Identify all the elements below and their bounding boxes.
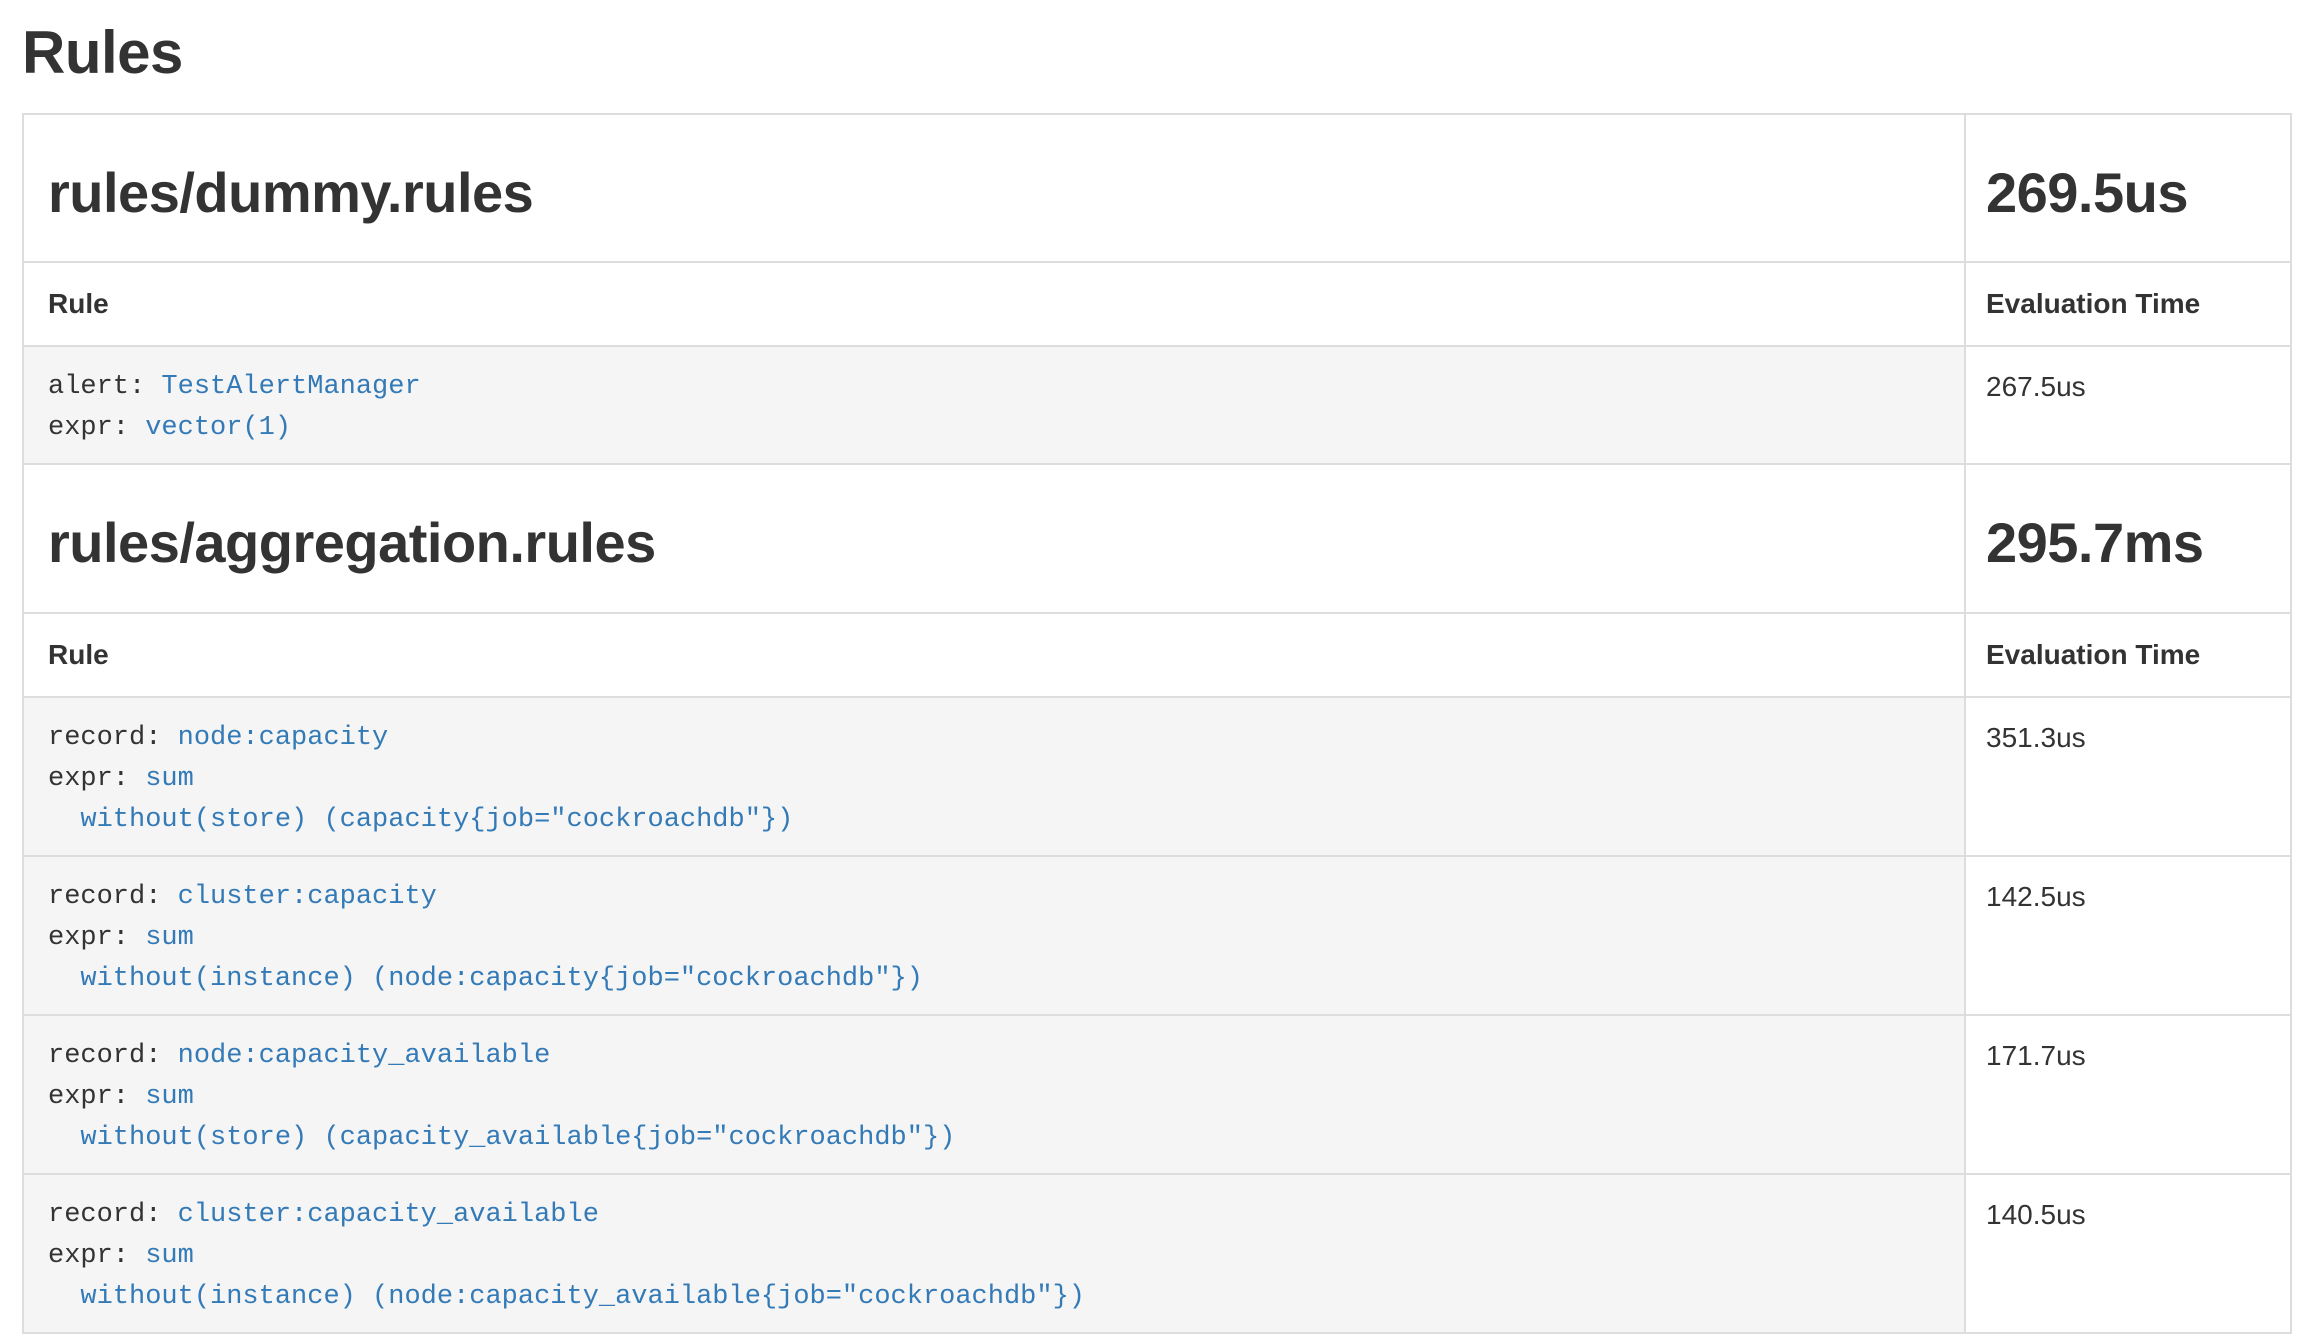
rule-group-file-cell: rules/aggregation.rules xyxy=(23,464,1965,612)
eval-time-column-header: Evaluation Time xyxy=(1965,613,2291,697)
eval-time-column-header: Evaluation Time xyxy=(1965,262,2291,346)
rule-row: record: cluster:capacity_available expr:… xyxy=(23,1174,2291,1333)
column-header-row: Rule Evaluation Time xyxy=(23,613,2291,697)
rule-row: record: cluster:capacity expr: sum witho… xyxy=(23,856,2291,1015)
rule-link[interactable]: node:capacity xyxy=(178,723,389,753)
rule-definition: record: cluster:capacity expr: sum witho… xyxy=(48,877,1940,1000)
rule-definition-cell: record: cluster:capacity expr: sum witho… xyxy=(23,856,1965,1015)
rule-link[interactable]: cluster:capacity_available xyxy=(178,1200,599,1230)
rule-link[interactable]: node:capacity_available xyxy=(178,1041,551,1071)
rule-definition-cell: alert: TestAlertManager expr: vector(1) xyxy=(23,346,1965,464)
rule-eval-time: 267.5us xyxy=(1965,346,2291,464)
rule-eval-time: 140.5us xyxy=(1965,1174,2291,1333)
rules-table: rules/dummy.rules 269.5us Rule Evaluatio… xyxy=(22,113,2292,1334)
rule-row: alert: TestAlertManager expr: vector(1) … xyxy=(23,346,2291,464)
rule-definition-cell: record: cluster:capacity_available expr:… xyxy=(23,1174,1965,1333)
rule-definition-cell: record: node:capacity_available expr: su… xyxy=(23,1015,1965,1174)
rule-definition: record: cluster:capacity_available expr:… xyxy=(48,1195,1940,1318)
rule-group-eval-time-cell: 295.7ms xyxy=(1965,464,2291,612)
rule-link[interactable]: sum without(store) (capacity{job="cockro… xyxy=(48,764,793,835)
rule-link[interactable]: sum without(instance) (node:capacity_ava… xyxy=(48,1241,1085,1312)
rule-column-header: Rule xyxy=(23,613,1965,697)
rule-definition-cell: record: node:capacity expr: sum without(… xyxy=(23,697,1965,856)
rule-group-eval-time: 295.7ms xyxy=(1986,511,2270,575)
rule-group-eval-time-cell: 269.5us xyxy=(1965,114,2291,262)
rule-eval-time: 171.7us xyxy=(1965,1015,2291,1174)
rule-group-file: rules/aggregation.rules xyxy=(48,511,1940,575)
rule-row: record: node:capacity expr: sum without(… xyxy=(23,697,2291,856)
rule-group-file-cell: rules/dummy.rules xyxy=(23,114,1965,262)
rule-group-file: rules/dummy.rules xyxy=(48,161,1940,225)
rule-link[interactable]: vector(1) xyxy=(145,413,291,443)
rule-definition: record: node:capacity_available expr: su… xyxy=(48,1036,1940,1159)
rule-group-eval-time: 269.5us xyxy=(1986,161,2270,225)
rule-link[interactable]: cluster:capacity xyxy=(178,882,437,912)
rule-group-header-row: rules/dummy.rules 269.5us xyxy=(23,114,2291,262)
rule-definition: record: node:capacity expr: sum without(… xyxy=(48,718,1940,841)
rule-group-header-row: rules/aggregation.rules 295.7ms xyxy=(23,464,2291,612)
rule-link[interactable]: sum without(store) (capacity_available{j… xyxy=(48,1082,955,1153)
page-title: Rules xyxy=(22,18,2292,87)
rules-table-body: rules/dummy.rules 269.5us Rule Evaluatio… xyxy=(23,114,2291,1333)
rule-row: record: node:capacity_available expr: su… xyxy=(23,1015,2291,1174)
rule-link[interactable]: TestAlertManager xyxy=(161,372,420,402)
column-header-row: Rule Evaluation Time xyxy=(23,262,2291,346)
rule-column-header: Rule xyxy=(23,262,1965,346)
rule-eval-time: 351.3us xyxy=(1965,697,2291,856)
rule-link[interactable]: sum without(instance) (node:capacity{job… xyxy=(48,923,923,994)
rule-eval-time: 142.5us xyxy=(1965,856,2291,1015)
rule-definition: alert: TestAlertManager expr: vector(1) xyxy=(48,367,1940,449)
